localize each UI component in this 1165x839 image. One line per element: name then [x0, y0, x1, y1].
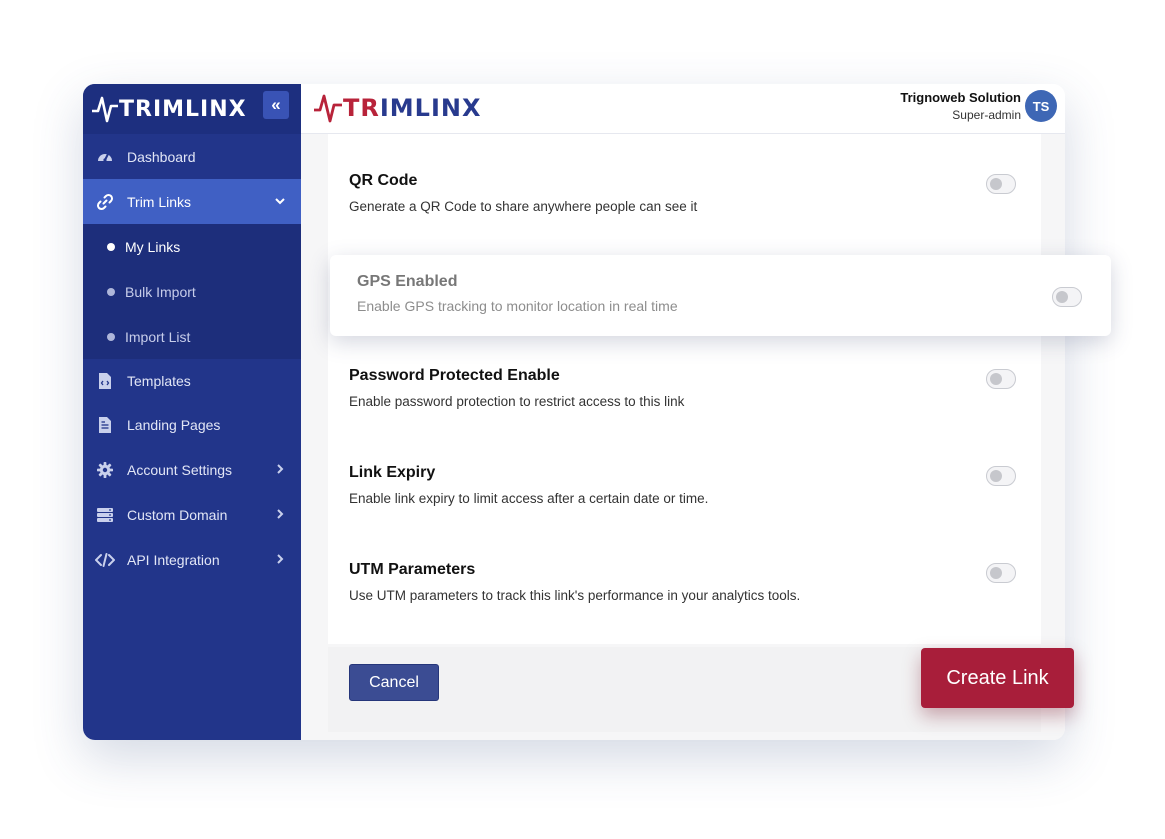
sidebar-subitem-my-links[interactable]: My Links [83, 224, 301, 269]
setting-description: Enable password protection to restrict a… [349, 394, 685, 409]
setting-qr-code: QR Code Generate a QR Code to share anyw… [349, 172, 1029, 214]
sidebar-subitem-label: Bulk Import [125, 283, 196, 300]
setting-password-protected: Password Protected Enable Enable passwor… [349, 367, 1029, 409]
sidebar-item-label: Account Settings [127, 461, 233, 478]
collapse-sidebar-button[interactable]: « [263, 91, 289, 119]
sidebar-subitem-bulk-import[interactable]: Bulk Import [83, 269, 301, 314]
setting-title: GPS Enabled [357, 273, 458, 290]
sidebar-item-account-settings[interactable]: Account Settings [83, 447, 301, 492]
setting-title: UTM Parameters [349, 561, 476, 578]
qr-code-toggle[interactable] [986, 174, 1016, 194]
sidebar-wordmark: TRIMLINX [119, 96, 247, 122]
gps-enabled-toggle[interactable] [1052, 287, 1082, 307]
setting-link-expiry: Link Expiry Enable link expiry to limit … [349, 464, 1029, 506]
wordmark-part-tr: TR [343, 94, 380, 122]
sidebar-subitem-label: Import List [125, 328, 191, 345]
gauge-icon [95, 147, 115, 167]
create-link-button[interactable]: Create Link [921, 648, 1074, 708]
app-window: TRIMLINX « Dashboard Trim Links My Links… [83, 84, 1065, 740]
header-wordmark: TRIMLINX [343, 94, 482, 122]
sidebar-item-label: API Integration [127, 551, 220, 568]
bullet-icon [107, 242, 115, 251]
toggle-knob [990, 178, 1002, 190]
link-icon [95, 192, 115, 212]
brand-mark-icon [92, 96, 118, 123]
bullet-icon [107, 287, 115, 296]
brand-mark-icon [314, 94, 342, 123]
sidebar: TRIMLINX « Dashboard Trim Links My Links… [83, 84, 301, 740]
sidebar-logo[interactable]: TRIMLINX [91, 92, 247, 126]
link-options-card: QR Code Generate a QR Code to share anyw… [328, 134, 1041, 644]
sidebar-item-label: Custom Domain [127, 506, 228, 523]
wordmark-part-mlinx: MLINX [389, 94, 482, 122]
gear-icon [95, 460, 115, 480]
setting-gps-enabled: GPS Enabled Enable GPS tracking to monit… [330, 255, 1111, 336]
chevron-right-icon [277, 464, 284, 474]
setting-utm-parameters: UTM Parameters Use UTM parameters to tra… [349, 561, 1029, 603]
sidebar-logo-bar: TRIMLINX « [83, 84, 301, 134]
link-expiry-toggle[interactable] [986, 466, 1016, 486]
toggle-knob [990, 567, 1002, 579]
trim-links-submenu: My Links Bulk Import Import List [83, 224, 301, 359]
file-code-icon [95, 371, 115, 391]
toggle-knob [990, 470, 1002, 482]
chevron-right-icon [277, 509, 284, 519]
setting-title: Link Expiry [349, 464, 436, 481]
chevron-right-icon [277, 554, 284, 564]
setting-title: Password Protected Enable [349, 367, 560, 384]
setting-title: QR Code [349, 172, 418, 189]
code-icon [95, 550, 115, 570]
wordmark-part-i: I [379, 94, 390, 122]
cancel-button[interactable]: Cancel [349, 664, 439, 701]
user-name: Trignoweb Solution [900, 90, 1021, 105]
setting-description: Enable link expiry to limit access after… [349, 491, 709, 506]
user-role: Super-admin [952, 108, 1021, 122]
file-text-icon [95, 415, 115, 435]
sidebar-item-label: Dashboard [127, 148, 196, 165]
sidebar-subitem-label: My Links [125, 238, 181, 255]
top-header: TRIMLINX Trignoweb Solution Super-admin … [301, 84, 1065, 134]
bullet-icon [107, 332, 115, 341]
sidebar-item-custom-domain[interactable]: Custom Domain [83, 492, 301, 537]
sidebar-item-dashboard[interactable]: Dashboard [83, 134, 301, 179]
sidebar-item-api-integration[interactable]: API Integration [83, 537, 301, 582]
chevron-down-icon [275, 198, 285, 205]
sidebar-item-label: Trim Links [127, 193, 192, 210]
sidebar-item-label: Landing Pages [127, 416, 221, 433]
avatar[interactable]: TS [1025, 90, 1057, 122]
setting-description: Generate a QR Code to share anywhere peo… [349, 199, 698, 214]
sidebar-item-trim-links[interactable]: Trim Links [83, 179, 301, 224]
setting-description: Use UTM parameters to track this link's … [349, 588, 801, 603]
user-info[interactable]: Trignoweb Solution Super-admin [900, 90, 1021, 122]
header-logo[interactable]: TRIMLINX [313, 90, 482, 126]
server-icon [95, 505, 115, 525]
sidebar-item-label: Templates [127, 372, 191, 389]
setting-description: Enable GPS tracking to monitor location … [357, 298, 678, 314]
toggle-knob [990, 373, 1002, 385]
toggle-knob [1056, 291, 1068, 303]
password-protected-toggle[interactable] [986, 369, 1016, 389]
sidebar-item-landing-pages[interactable]: Landing Pages [83, 402, 301, 447]
double-chevron-left-icon: « [271, 95, 281, 114]
sidebar-item-templates[interactable]: Templates [83, 358, 301, 403]
utm-parameters-toggle[interactable] [986, 563, 1016, 583]
sidebar-subitem-import-list[interactable]: Import List [83, 314, 301, 359]
